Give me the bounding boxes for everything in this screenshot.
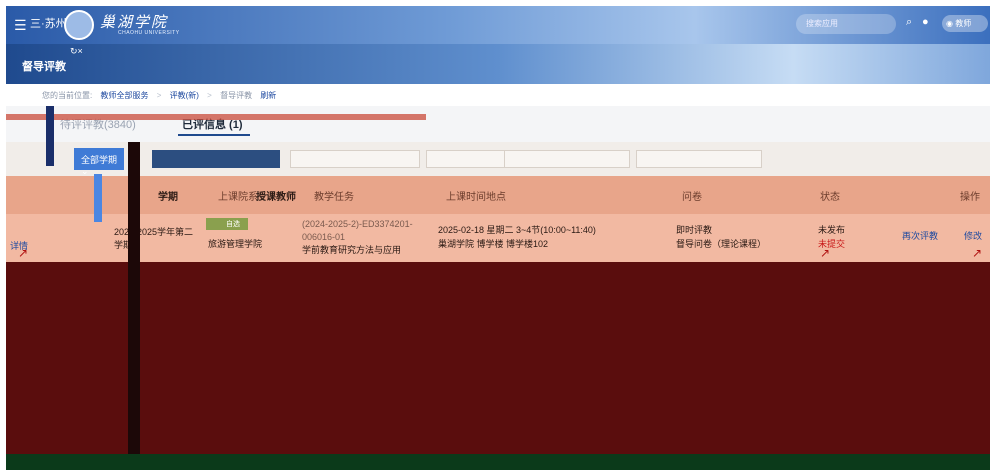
header-action: 操作 xyxy=(960,192,980,203)
row-time: 2025-02-18 星期二 3~4节(10:00~11:40) xyxy=(438,225,596,235)
top-header: ☰ 三·苏州 巢湖学院 CHAOHU UNIVERSITY 搜索应用 ⌕ ● ◉… xyxy=(6,6,990,44)
notification-icon[interactable]: ● xyxy=(922,16,929,28)
menu-icon[interactable]: ☰ xyxy=(14,17,27,34)
module-bar: ↻× 督导评教 xyxy=(6,44,990,84)
annotation-arrow-icon: ↗ xyxy=(972,246,983,260)
table-header: 学期 上课院系 授课教师 教学任务 上课时间地点 问卷 状态 操作 xyxy=(6,176,990,214)
breadcrumb-item-services[interactable]: 教师全部服务 xyxy=(100,91,148,100)
row-task-code: (2024-2025-2)-ED3374201-006016-01 xyxy=(302,219,413,242)
annotation-arrow-icon: ↗ xyxy=(18,246,29,260)
row-status-publish: 未发布 xyxy=(818,225,846,235)
app-frame: ☰ 三·苏州 巢湖学院 CHAOHU UNIVERSITY 搜索应用 ⌕ ● ◉… xyxy=(6,6,990,470)
breadcrumb-separator: > xyxy=(207,91,212,100)
term-filter-label: 全部学期 xyxy=(81,155,118,165)
user-menu[interactable]: ◉ 教师 xyxy=(942,15,988,32)
re-evaluate-link[interactable]: 再次评教 xyxy=(902,230,938,243)
overlay-bar xyxy=(6,114,426,120)
refresh-close-icon[interactable]: ↻× xyxy=(70,46,83,57)
header-teacher: 授课教师 xyxy=(256,192,296,203)
school-logo-icon xyxy=(64,10,94,40)
header-time-place: 上课时间地点 xyxy=(446,192,506,203)
filter-field-course[interactable] xyxy=(290,150,420,168)
breadcrumb-item-eval[interactable]: 评教(新) xyxy=(170,91,199,100)
brand-prefix: 三·苏州 xyxy=(30,18,67,30)
filter-field-status[interactable] xyxy=(636,150,762,168)
search-input[interactable]: 搜索应用 xyxy=(796,14,896,34)
header-term: 学期 xyxy=(158,192,178,203)
tabs: 待评评教(3840) 已评信息 (1) xyxy=(6,106,990,142)
module-title: 督导评教 xyxy=(22,61,66,73)
term-filter-button[interactable]: 全部学期 ⌄ xyxy=(74,148,124,176)
overlay-column xyxy=(128,142,140,470)
filter-field-college[interactable] xyxy=(504,150,630,168)
header-questionnaire: 问卷 xyxy=(682,192,702,203)
breadcrumb: 您的当前位置: 教师全部服务 > 评教(新) > 督导评教 刷新 xyxy=(6,84,990,106)
header-task: 教学任务 xyxy=(314,192,354,203)
chevron-down-icon: ⌄ xyxy=(81,166,89,176)
edit-link[interactable]: 修改 xyxy=(964,230,982,243)
school-name: 巢湖学院 xyxy=(100,13,169,31)
annotation-arrow-icon: ↗ xyxy=(820,246,831,260)
filter-row: 全部学期 ⌄ xyxy=(6,142,990,176)
query-button[interactable] xyxy=(152,150,280,168)
bottom-strip xyxy=(6,454,990,470)
breadcrumb-item-current: 督导评教 xyxy=(220,91,253,100)
header-college: 上课院系 xyxy=(218,192,258,203)
overlay-strip xyxy=(94,174,102,222)
breadcrumb-separator: > xyxy=(156,91,162,100)
avatar: ◉ xyxy=(946,19,953,28)
school-name-en: CHAOHU UNIVERSITY xyxy=(118,30,180,36)
breadcrumb-refresh[interactable]: 刷新 xyxy=(260,91,276,100)
row-college: 旅游管理学院 xyxy=(208,239,263,249)
elective-tag: 自选 xyxy=(206,218,248,230)
row-questionnaire: 督导问卷（理论课程） xyxy=(676,239,767,249)
row-place: 巢湖学院 博学楼 博学楼102 xyxy=(438,239,549,249)
table-row: 详情 2024-2025学年第二学期 自选 旅游管理学院 (2024-2025-… xyxy=(6,214,990,262)
row-eval-type: 即时评教 xyxy=(676,225,713,235)
user-label: 教师 xyxy=(955,19,972,28)
row-task-name: 学前教育研究方法与应用 xyxy=(302,245,402,255)
search-icon[interactable]: ⌕ xyxy=(906,16,912,29)
header-status: 状态 xyxy=(820,192,840,203)
breadcrumb-prefix: 您的当前位置: xyxy=(42,91,93,100)
active-tab-indicator xyxy=(178,134,250,136)
overlay-strip xyxy=(46,106,54,166)
row-term: 2024-2025学年第二学期 xyxy=(114,227,194,250)
